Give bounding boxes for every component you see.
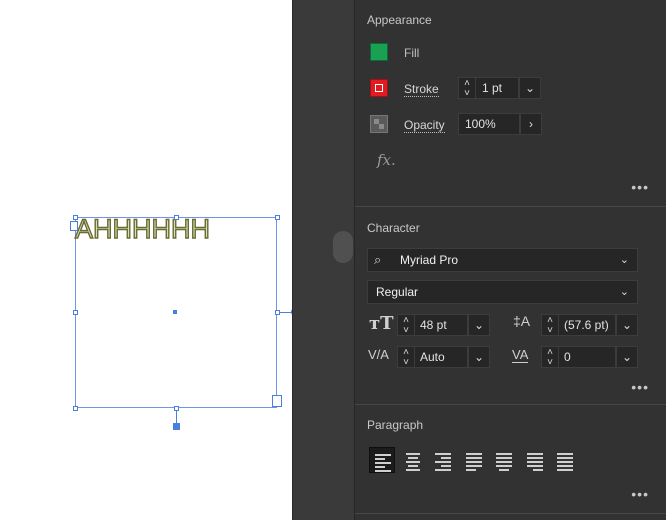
font-search-icon: ⌕ xyxy=(374,252,382,267)
paragraph-align-left-button[interactable] xyxy=(369,447,395,473)
character-section: Character ⌕ Myriad Pro ⌄ Regular ⌄ тT ˄ ˅… xyxy=(355,207,666,405)
stroke-label[interactable]: Stroke xyxy=(404,82,439,97)
paragraph-title: Paragraph xyxy=(367,418,424,432)
handle-top-left[interactable] xyxy=(73,215,78,220)
tracking-icon: VA xyxy=(512,347,529,363)
opacity-label[interactable]: Opacity xyxy=(404,118,445,133)
chevron-down-icon: ⌄ xyxy=(619,254,629,266)
handle-bottom-left[interactable] xyxy=(73,406,78,411)
stroke-swatch[interactable] xyxy=(370,79,388,97)
appearance-section: Appearance Fill Stroke ˄ ˅ 1 pt ⌄ Opacity… xyxy=(355,0,666,207)
font-family-field[interactable]: ⌕ Myriad Pro ⌄ xyxy=(367,248,638,272)
appearance-title: Appearance xyxy=(367,13,432,27)
justify-all-icon xyxy=(557,453,573,473)
tracking-dropdown[interactable]: ⌄ xyxy=(616,346,638,368)
character-title: Character xyxy=(367,221,420,235)
rotate-handle[interactable] xyxy=(173,423,180,430)
character-more-options[interactable]: ••• xyxy=(631,380,649,394)
artboard-canvas[interactable]: AHHHHHH xyxy=(0,0,299,520)
fill-label: Fill xyxy=(404,46,420,60)
tracking-field[interactable]: 0 xyxy=(558,346,616,368)
kerning-field[interactable]: Auto xyxy=(414,346,468,368)
paragraph-justify-center-button[interactable] xyxy=(491,447,517,473)
panel-gutter xyxy=(292,0,354,520)
kerning-icon: V/A xyxy=(368,347,389,362)
appearance-more-options[interactable]: ••• xyxy=(631,180,649,194)
paragraph-more-options[interactable]: ••• xyxy=(631,487,649,501)
justify-right-icon xyxy=(526,453,543,473)
chevron-right-icon: › xyxy=(529,117,533,131)
opacity-icon xyxy=(370,115,388,133)
handle-top-right[interactable] xyxy=(275,215,280,220)
justify-left-icon xyxy=(465,453,482,473)
panel-collapse-handle[interactable] xyxy=(333,231,353,263)
stroke-weight-field[interactable]: 1 pt xyxy=(475,77,519,99)
leading-field[interactable]: (57.6 pt) xyxy=(558,314,616,336)
paragraph-justify-left-button[interactable] xyxy=(461,447,487,473)
opacity-field[interactable]: 100% xyxy=(458,113,520,135)
justify-center-icon xyxy=(496,453,512,473)
kerning-stepper[interactable]: ˄ ˅ xyxy=(397,346,415,368)
align-left-icon xyxy=(375,454,391,474)
align-center-icon xyxy=(405,453,421,473)
paragraph-justify-all-button[interactable] xyxy=(552,447,578,473)
font-family-value: Myriad Pro xyxy=(400,253,459,267)
align-right-icon xyxy=(435,453,451,473)
chevron-down-icon: ⌄ xyxy=(524,81,536,95)
chevron-down-icon: ⌄ xyxy=(473,318,485,332)
text-frame-out-port[interactable] xyxy=(272,395,282,407)
handle-top-center[interactable] xyxy=(174,215,179,220)
chevron-down-icon: ⌄ xyxy=(619,286,629,298)
fill-swatch[interactable] xyxy=(370,43,388,61)
frame-center-point xyxy=(173,310,177,314)
opacity-flyout-button[interactable]: › xyxy=(520,113,542,135)
chevron-down-icon: ⌄ xyxy=(473,350,485,364)
kerning-dropdown[interactable]: ⌄ xyxy=(468,346,490,368)
chevron-down-icon: ⌄ xyxy=(621,350,633,364)
tracking-stepper[interactable]: ˄ ˅ xyxy=(541,346,559,368)
font-style-value: Regular xyxy=(376,285,419,299)
leading-stepper[interactable]: ˄ ˅ xyxy=(541,314,559,336)
font-size-icon: тT xyxy=(369,313,394,334)
font-size-dropdown[interactable]: ⌄ xyxy=(468,314,490,336)
leading-dropdown[interactable]: ⌄ xyxy=(616,314,638,336)
text-frame-in-port[interactable] xyxy=(70,221,78,231)
paragraph-align-right-button[interactable] xyxy=(430,447,456,473)
font-size-field[interactable]: 48 pt xyxy=(414,314,468,336)
properties-panel: Appearance Fill Stroke ˄ ˅ 1 pt ⌄ Opacity… xyxy=(354,0,666,520)
paragraph-justify-right-button[interactable] xyxy=(522,447,548,473)
font-size-stepper[interactable]: ˄ ˅ xyxy=(397,314,415,336)
stroke-weight-dropdown[interactable]: ⌄ xyxy=(519,77,541,99)
effects-fx-icon[interactable]: fx. xyxy=(377,151,396,169)
chevron-down-icon: ⌄ xyxy=(621,318,633,332)
artwork-text[interactable]: AHHHHHH xyxy=(74,212,210,246)
leading-icon: ‡A xyxy=(513,313,531,329)
paragraph-align-center-button[interactable] xyxy=(400,447,426,473)
rotate-stem xyxy=(176,410,177,424)
stroke-weight-stepper[interactable]: ˄ ˅ xyxy=(458,77,476,99)
font-style-field[interactable]: Regular ⌄ xyxy=(367,280,638,304)
handle-middle-left[interactable] xyxy=(73,310,78,315)
